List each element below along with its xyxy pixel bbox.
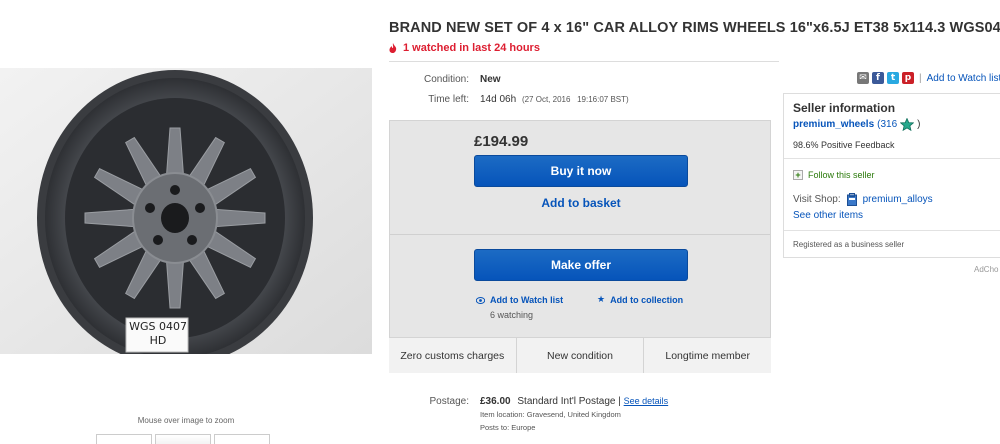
condition-label: Condition: [423, 74, 469, 85]
seller-divider [784, 230, 1000, 231]
see-details-link[interactable]: See details [624, 396, 669, 406]
feature-member: Longtime member [643, 338, 771, 373]
eye-icon [476, 296, 485, 304]
postage-label: Postage: [429, 396, 469, 407]
buy-it-now-button[interactable]: Buy it now [474, 155, 688, 187]
seller-heading: Seller information [793, 101, 896, 115]
condition-value: New [480, 74, 501, 85]
see-other-items-link[interactable]: See other items [793, 210, 863, 221]
seller-info-box: Seller information premium_wheels (316 )… [783, 93, 1000, 258]
price: £194.99 [474, 133, 529, 150]
thumbnail[interactable] [96, 434, 152, 444]
feature-strip: Zero customs charges New condition Longt… [389, 337, 771, 373]
watch-alert: 1 watched in last 24 hours [389, 42, 540, 54]
add-to-watch-list-label: Add to Watch list [490, 295, 564, 305]
add-to-watch-list-link[interactable]: Add to Watch list [476, 295, 563, 305]
visit-shop-label: Visit Shop: [793, 194, 841, 205]
make-offer-button[interactable]: Make offer [474, 249, 688, 281]
watch-alert-text: 1 watched in last 24 hours [403, 42, 540, 54]
zoom-hint: Mouse over image to zoom [137, 416, 235, 425]
buybox-divider [390, 234, 770, 235]
postage-cost: £36.00 [480, 396, 511, 407]
follow-seller-link[interactable]: + Follow this seller [793, 170, 875, 180]
visit-shop-row: Visit Shop: premium_alloys [793, 193, 933, 206]
product-image[interactable]: WGS 0407 HD [0, 68, 372, 354]
adchoice-label[interactable]: AdCho [974, 265, 998, 274]
pinterest-icon[interactable]: p [902, 72, 914, 84]
postage-separator: | [618, 396, 621, 407]
feature-condition: New condition [515, 338, 644, 373]
positive-feedback: 98.6% Positive Feedback [793, 140, 895, 150]
feedback-star-icon [900, 118, 915, 131]
posts-to: Posts to: Europe [480, 423, 536, 432]
share-row: ✉ f t p | Add to Watch list [857, 72, 1000, 84]
plus-icon: + [793, 170, 803, 180]
star-icon: ★ [597, 295, 606, 305]
time-left-remaining: 14d 06h [480, 94, 517, 105]
time-left-value: 14d 06h (27 Oct, 2016 19:16:07 BST) [480, 94, 629, 105]
seller-count-close: ) [917, 119, 921, 130]
seller-feedback-count[interactable]: (316 [877, 119, 897, 130]
divider [389, 61, 779, 62]
email-icon[interactable]: ✉ [857, 72, 869, 84]
shop-icon [846, 193, 857, 206]
postage-value: £36.00 Standard Int'l Postage | See deta… [480, 396, 668, 407]
watching-count: 6 watching [490, 310, 534, 320]
postage-method: Standard Int'l Postage [517, 396, 616, 407]
flame-icon [389, 43, 397, 53]
thumbnail[interactable] [155, 434, 211, 444]
seller-name-link[interactable]: premium_wheels [793, 119, 874, 130]
time-left-label: Time left: [428, 94, 469, 105]
alloy-wheel-image [0, 68, 372, 354]
buy-box: £194.99 Buy it now Add to basket Make of… [389, 120, 771, 373]
seller-name-row: premium_wheels (316 ) [793, 118, 921, 131]
share-add-to-watch-list-label: Add to Watch list [926, 72, 1000, 84]
add-to-collection-label: Add to collection [610, 295, 684, 305]
twitter-icon[interactable]: t [887, 72, 899, 84]
add-to-basket-link[interactable]: Add to basket [474, 196, 688, 210]
thumbnail-strip [96, 434, 270, 444]
follow-seller-label: Follow this seller [808, 170, 875, 180]
feature-customs: Zero customs charges [400, 349, 505, 362]
item-title: BRAND NEW SET OF 4 x 16" CAR ALLOY RIMS … [389, 20, 1000, 36]
wheel-tag-label: WGS 0407 HD [128, 320, 188, 348]
shop-name-link[interactable]: premium_alloys [863, 194, 933, 205]
add-to-collection-link[interactable]: ★ Add to collection [597, 295, 683, 305]
share-separator: | [919, 72, 922, 84]
seller-divider [784, 158, 1000, 159]
business-seller-note: Registered as a business seller [793, 240, 905, 249]
end-date: (27 Oct, 2016 19:16:07 BST) [521, 95, 629, 104]
share-add-to-watch-list[interactable]: Add to Watch list [927, 73, 1000, 84]
wheel-tag-line2: HD [149, 334, 167, 347]
item-location: Item location: Gravesend, United Kingdom [480, 410, 621, 419]
facebook-icon[interactable]: f [872, 72, 884, 84]
thumbnail[interactable] [214, 434, 270, 444]
wheel-tag-line1: WGS 0407 [129, 320, 187, 333]
image-column: WGS 0407 HD Mouse over image to zoom [0, 0, 372, 444]
